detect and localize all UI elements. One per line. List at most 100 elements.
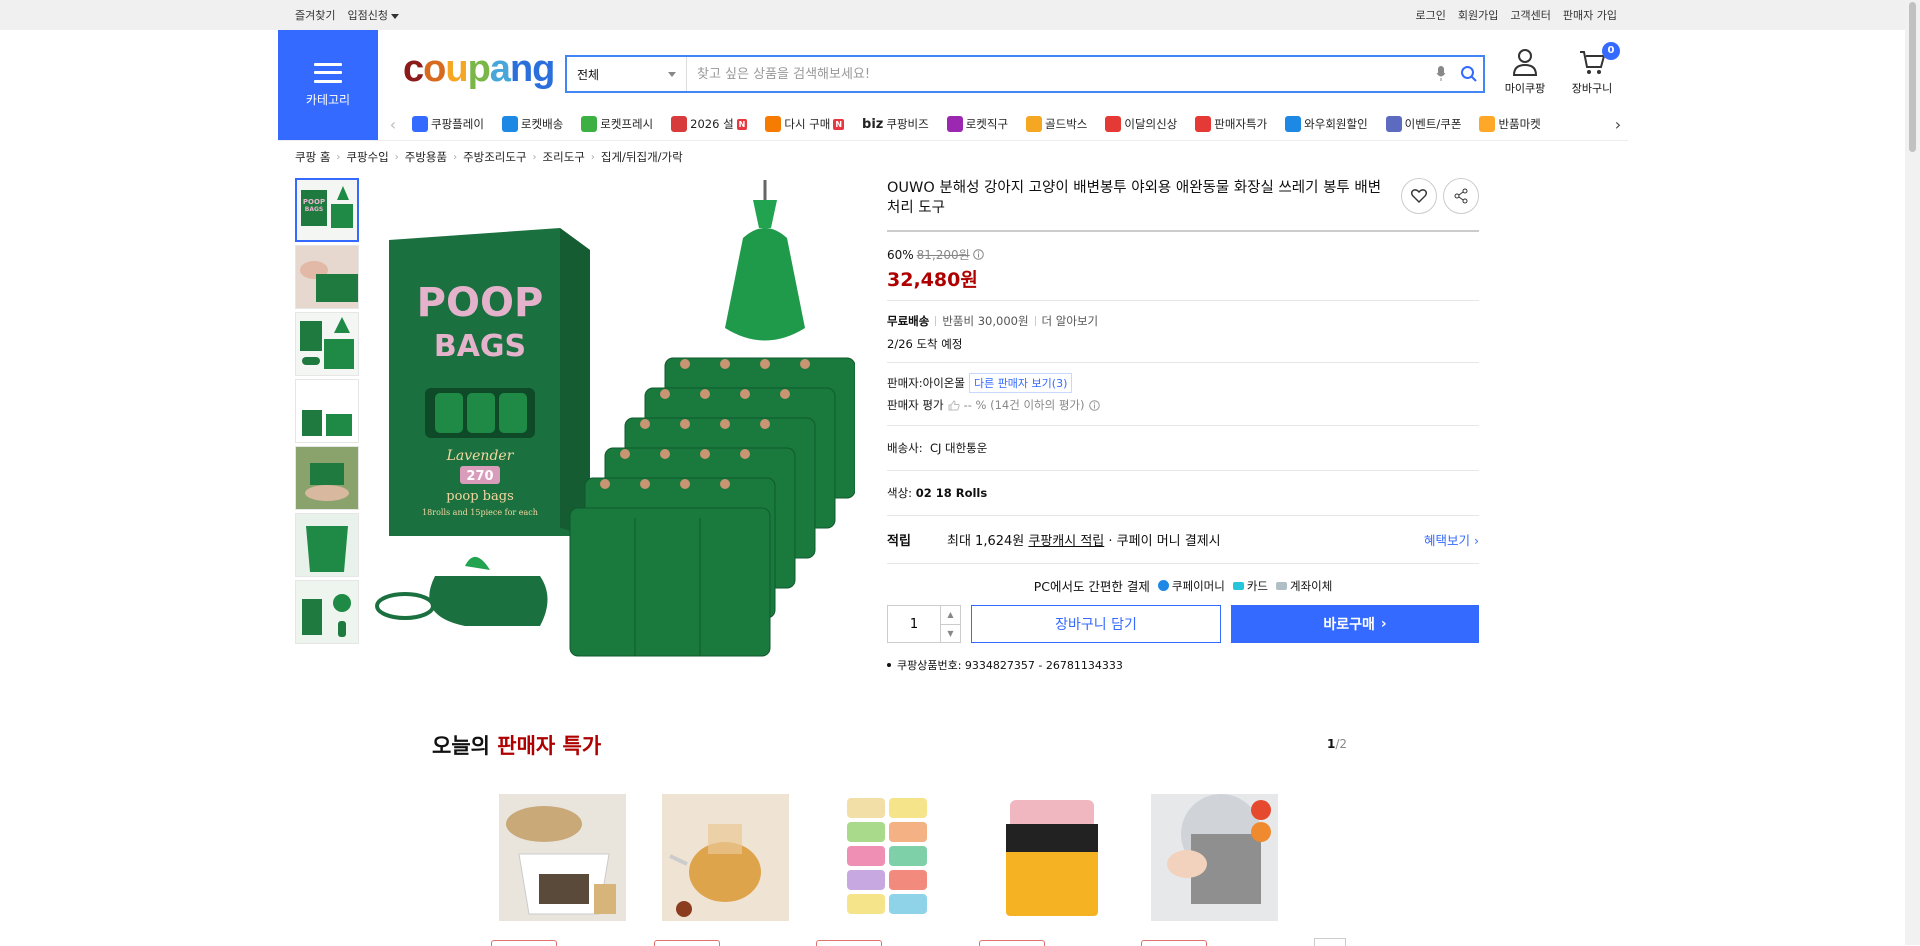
chevron-down-icon — [668, 71, 676, 77]
nav-prev-icon[interactable]: ‹ — [383, 115, 403, 134]
nav-item-label: 이벤트/쿠폰 — [1404, 117, 1462, 131]
quantity-down-icon[interactable]: ▼ — [941, 625, 960, 643]
breadcrumb-item[interactable]: 주방조리도구 — [463, 149, 526, 165]
nav-item-8[interactable]: 골드박스 — [1017, 116, 1096, 132]
nav-item-label: 로켓배송 — [520, 117, 564, 131]
nav-item-5[interactable]: 다시 구매 N — [756, 116, 853, 132]
cart-button[interactable]: 0 장바구니 — [1562, 42, 1622, 96]
nav-item-12[interactable]: 이벤트/쿠폰 — [1377, 116, 1471, 132]
buy-now-button[interactable]: 바로구매 › — [1231, 605, 1479, 643]
thumbnail-2[interactable] — [295, 245, 359, 309]
user-icon — [1512, 49, 1538, 76]
color-label: 색상: — [887, 486, 913, 500]
search-icon[interactable] — [1455, 60, 1483, 88]
other-sellers-button[interactable]: 다른 판매자 보기(3) — [968, 373, 1073, 393]
info-icon[interactable] — [972, 249, 984, 260]
svg-text:POOP: POOP — [303, 198, 325, 206]
box-title-line1: POOP — [417, 280, 544, 326]
deal-item-glass-teapot[interactable] — [662, 794, 789, 921]
quantity-input[interactable] — [888, 606, 940, 642]
thumbnail-4[interactable] — [295, 379, 359, 443]
header: 카테고리 coupang 전체 마이쿠팡 0 장바구니 ‹ 쿠팡플레이 로켓배송 로… — [278, 30, 1628, 140]
deal-tag-2 — [654, 940, 720, 946]
mycoupang-label: 마이쿠팡 — [1504, 82, 1546, 95]
thumbnail-5[interactable] — [295, 446, 359, 510]
nav-item-4[interactable]: 2026 설N — [662, 116, 756, 132]
nav-icon — [765, 116, 782, 132]
benefit-link[interactable]: 혜택보기 › — [1424, 530, 1479, 549]
nav-item-label: 2026 설 — [690, 117, 734, 131]
customer-center-link[interactable]: 고객센터 — [1510, 7, 1550, 23]
thumbnail-3[interactable] — [295, 312, 359, 376]
seller-signup-link[interactable]: 판매자 가입 — [1563, 7, 1617, 23]
breadcrumb-item[interactable]: 집게/뒤집개/가락 — [601, 149, 683, 165]
add-to-cart-button[interactable]: 장바구니 담기 — [971, 605, 1221, 643]
signup-link[interactable]: 회원가입 — [1458, 7, 1498, 23]
seller-rating-label: 판매자 평가 — [887, 398, 944, 412]
scrollbar-thumb[interactable] — [1909, 2, 1916, 152]
nav-item-6[interactable]: biz 쿠팡비즈 — [853, 116, 938, 132]
nav-next-icon[interactable]: › — [1608, 115, 1628, 134]
wishlist-button[interactable] — [1401, 178, 1437, 214]
nav-item-label: 와우회원할인 — [1304, 117, 1368, 131]
chevron-right-icon: › — [532, 151, 537, 163]
deal-item-tea-tins[interactable] — [825, 794, 952, 921]
seller-name[interactable]: 아이온몰 — [923, 375, 965, 391]
quantity-up-icon[interactable]: ▲ — [941, 606, 960, 625]
deals-list — [499, 794, 1278, 921]
deal-tag-4 — [979, 940, 1045, 946]
chevron-right-icon: › — [453, 151, 458, 163]
price-section: 60% 81,200원 32,480원 — [887, 232, 1479, 300]
nav-item-1[interactable]: 쿠팡플레이 — [403, 116, 493, 132]
coupang-cash-link[interactable]: 쿠팡캐시 적립 — [1028, 530, 1104, 549]
box-count: 270 — [466, 469, 493, 484]
main-product-image[interactable]: POOP BAGS Lavender 270 poop bags 18rolls… — [375, 178, 856, 658]
nav-icon — [1479, 116, 1496, 132]
color-option[interactable]: 색상: 02 18 Rolls — [887, 471, 1479, 515]
new-badge: N — [736, 118, 748, 130]
partner-apply-link[interactable]: 입점신청 — [347, 7, 399, 23]
pay-method-money: 쿠페이머니 — [1171, 578, 1225, 593]
courier-name: CJ 대한통운 — [929, 441, 988, 455]
thumbnail-7[interactable] — [295, 580, 359, 644]
search-input[interactable] — [687, 57, 1427, 91]
coupang-logo[interactable]: coupang — [403, 48, 555, 91]
product-number: 쿠팡상품번호: 9334827357 - 26781134333 — [887, 657, 1479, 673]
nav-item-9[interactable]: 이달의신상 — [1096, 116, 1186, 132]
more-info-link[interactable]: 더 알아보기 — [1042, 313, 1099, 329]
thumbnail-1[interactable]: POOP BAGS — [295, 178, 359, 242]
biz-icon: biz — [862, 116, 884, 132]
nav-item-7[interactable]: 로켓직구 — [938, 116, 1017, 132]
box-title-line2: BAGS — [434, 329, 526, 364]
points-amount: 최대 1,624원 — [947, 534, 1025, 549]
breadcrumb-item[interactable]: 주방용품 — [405, 149, 447, 165]
product-number-text: 쿠팡상품번호: 9334827357 - 26781134333 — [897, 659, 1123, 672]
breadcrumb-item[interactable]: 쿠팡수입 — [346, 149, 388, 165]
search-scope-select[interactable]: 전체 — [567, 57, 687, 91]
deal-item-rice-container[interactable] — [499, 794, 626, 921]
nav-item-11[interactable]: 와우회원할인 — [1276, 116, 1376, 132]
page-scrollbar[interactable] — [1905, 0, 1920, 945]
share-button[interactable] — [1443, 178, 1479, 214]
points-label: 적립 — [887, 534, 911, 549]
nav-item-label: 이달의신상 — [1124, 117, 1178, 131]
deal-item-scrub-cloth[interactable] — [1151, 794, 1278, 921]
nav-item-2[interactable]: 로켓배송 — [493, 116, 572, 132]
login-link[interactable]: 로그인 — [1416, 7, 1446, 23]
thumbnail-6[interactable] — [295, 513, 359, 577]
category-menu-button[interactable]: 카테고리 — [278, 30, 378, 140]
microphone-icon[interactable] — [1427, 60, 1455, 88]
mycoupang-button[interactable]: 마이쿠팡 — [1495, 48, 1555, 96]
nav-item-13[interactable]: 반품마켓 — [1470, 116, 1549, 132]
nav-item-10[interactable]: 판매자특가 — [1186, 116, 1276, 132]
deal-item-rust-eraser[interactable] — [988, 794, 1115, 921]
breadcrumb-item[interactable]: 조리도구 — [543, 149, 585, 165]
pay-method-card: 카드 — [1246, 578, 1268, 593]
nav-item-label: 골드박스 — [1045, 117, 1088, 131]
partner-apply-label: 입점신청 — [347, 9, 388, 22]
info-icon[interactable] — [1088, 399, 1100, 411]
bookmark-link[interactable]: 즐겨찾기 — [295, 7, 335, 23]
breadcrumb-item[interactable]: 쿠팡 홈 — [295, 149, 330, 165]
nav-item-3[interactable]: 로켓프레시 — [572, 116, 662, 132]
coupay-money-icon — [1157, 580, 1169, 591]
